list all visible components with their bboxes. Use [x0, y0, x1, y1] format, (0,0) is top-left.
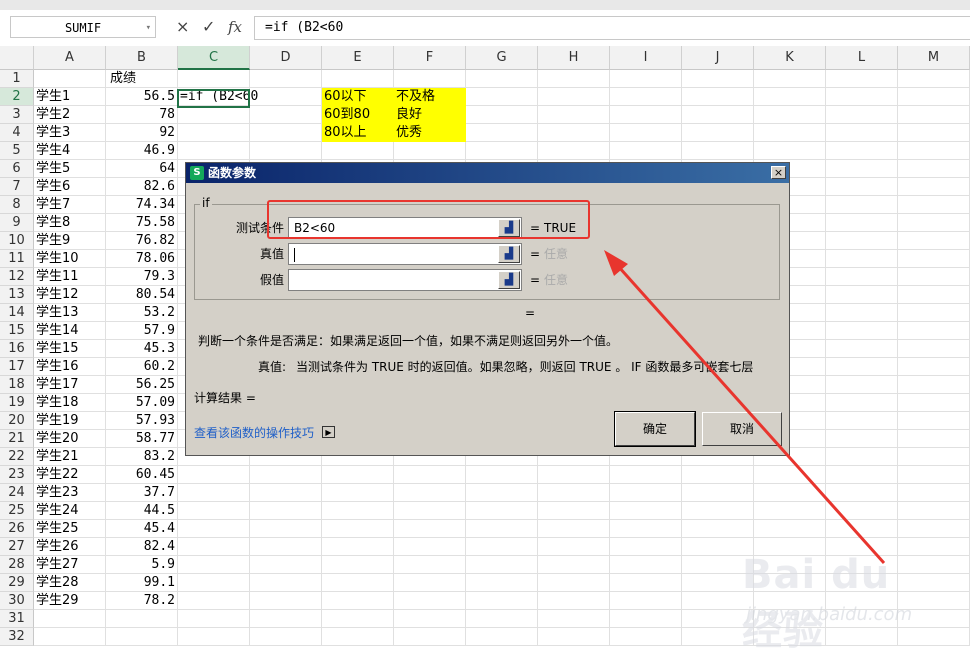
watermark-url: jingyan.baidu.com [746, 604, 913, 625]
annotation-arrow-line [616, 264, 886, 565]
baidu-jingyan-watermark: Bai du 经验 jingyan.baidu.com [742, 548, 942, 654]
